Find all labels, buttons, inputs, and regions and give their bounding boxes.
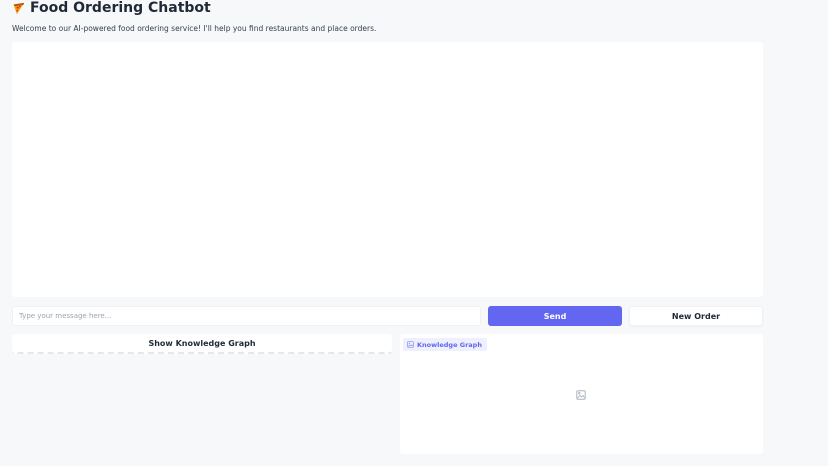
knowledge-graph-label-text: Knowledge Graph [417, 340, 482, 349]
footer-cutoff [12, 461, 62, 466]
page-title: Food Ordering Chatbot [30, 0, 211, 16]
image-icon [407, 341, 414, 348]
header: Food Ordering Chatbot [12, 0, 211, 16]
knowledge-graph-panel: Knowledge Graph [400, 334, 763, 454]
image-placeholder-icon [576, 390, 586, 400]
message-input[interactable] [12, 306, 481, 326]
show-knowledge-graph-button[interactable]: Show Knowledge Graph [12, 334, 392, 354]
send-button[interactable]: Send [488, 306, 622, 326]
welcome-subtitle: Welcome to our AI-powered food ordering … [12, 24, 377, 33]
app-root: Food Ordering Chatbot Welcome to our AI-… [0, 0, 828, 466]
chat-window[interactable] [12, 42, 763, 297]
pizza-icon [13, 2, 25, 14]
new-order-button[interactable]: New Order [629, 306, 763, 326]
knowledge-graph-label: Knowledge Graph [403, 338, 487, 351]
